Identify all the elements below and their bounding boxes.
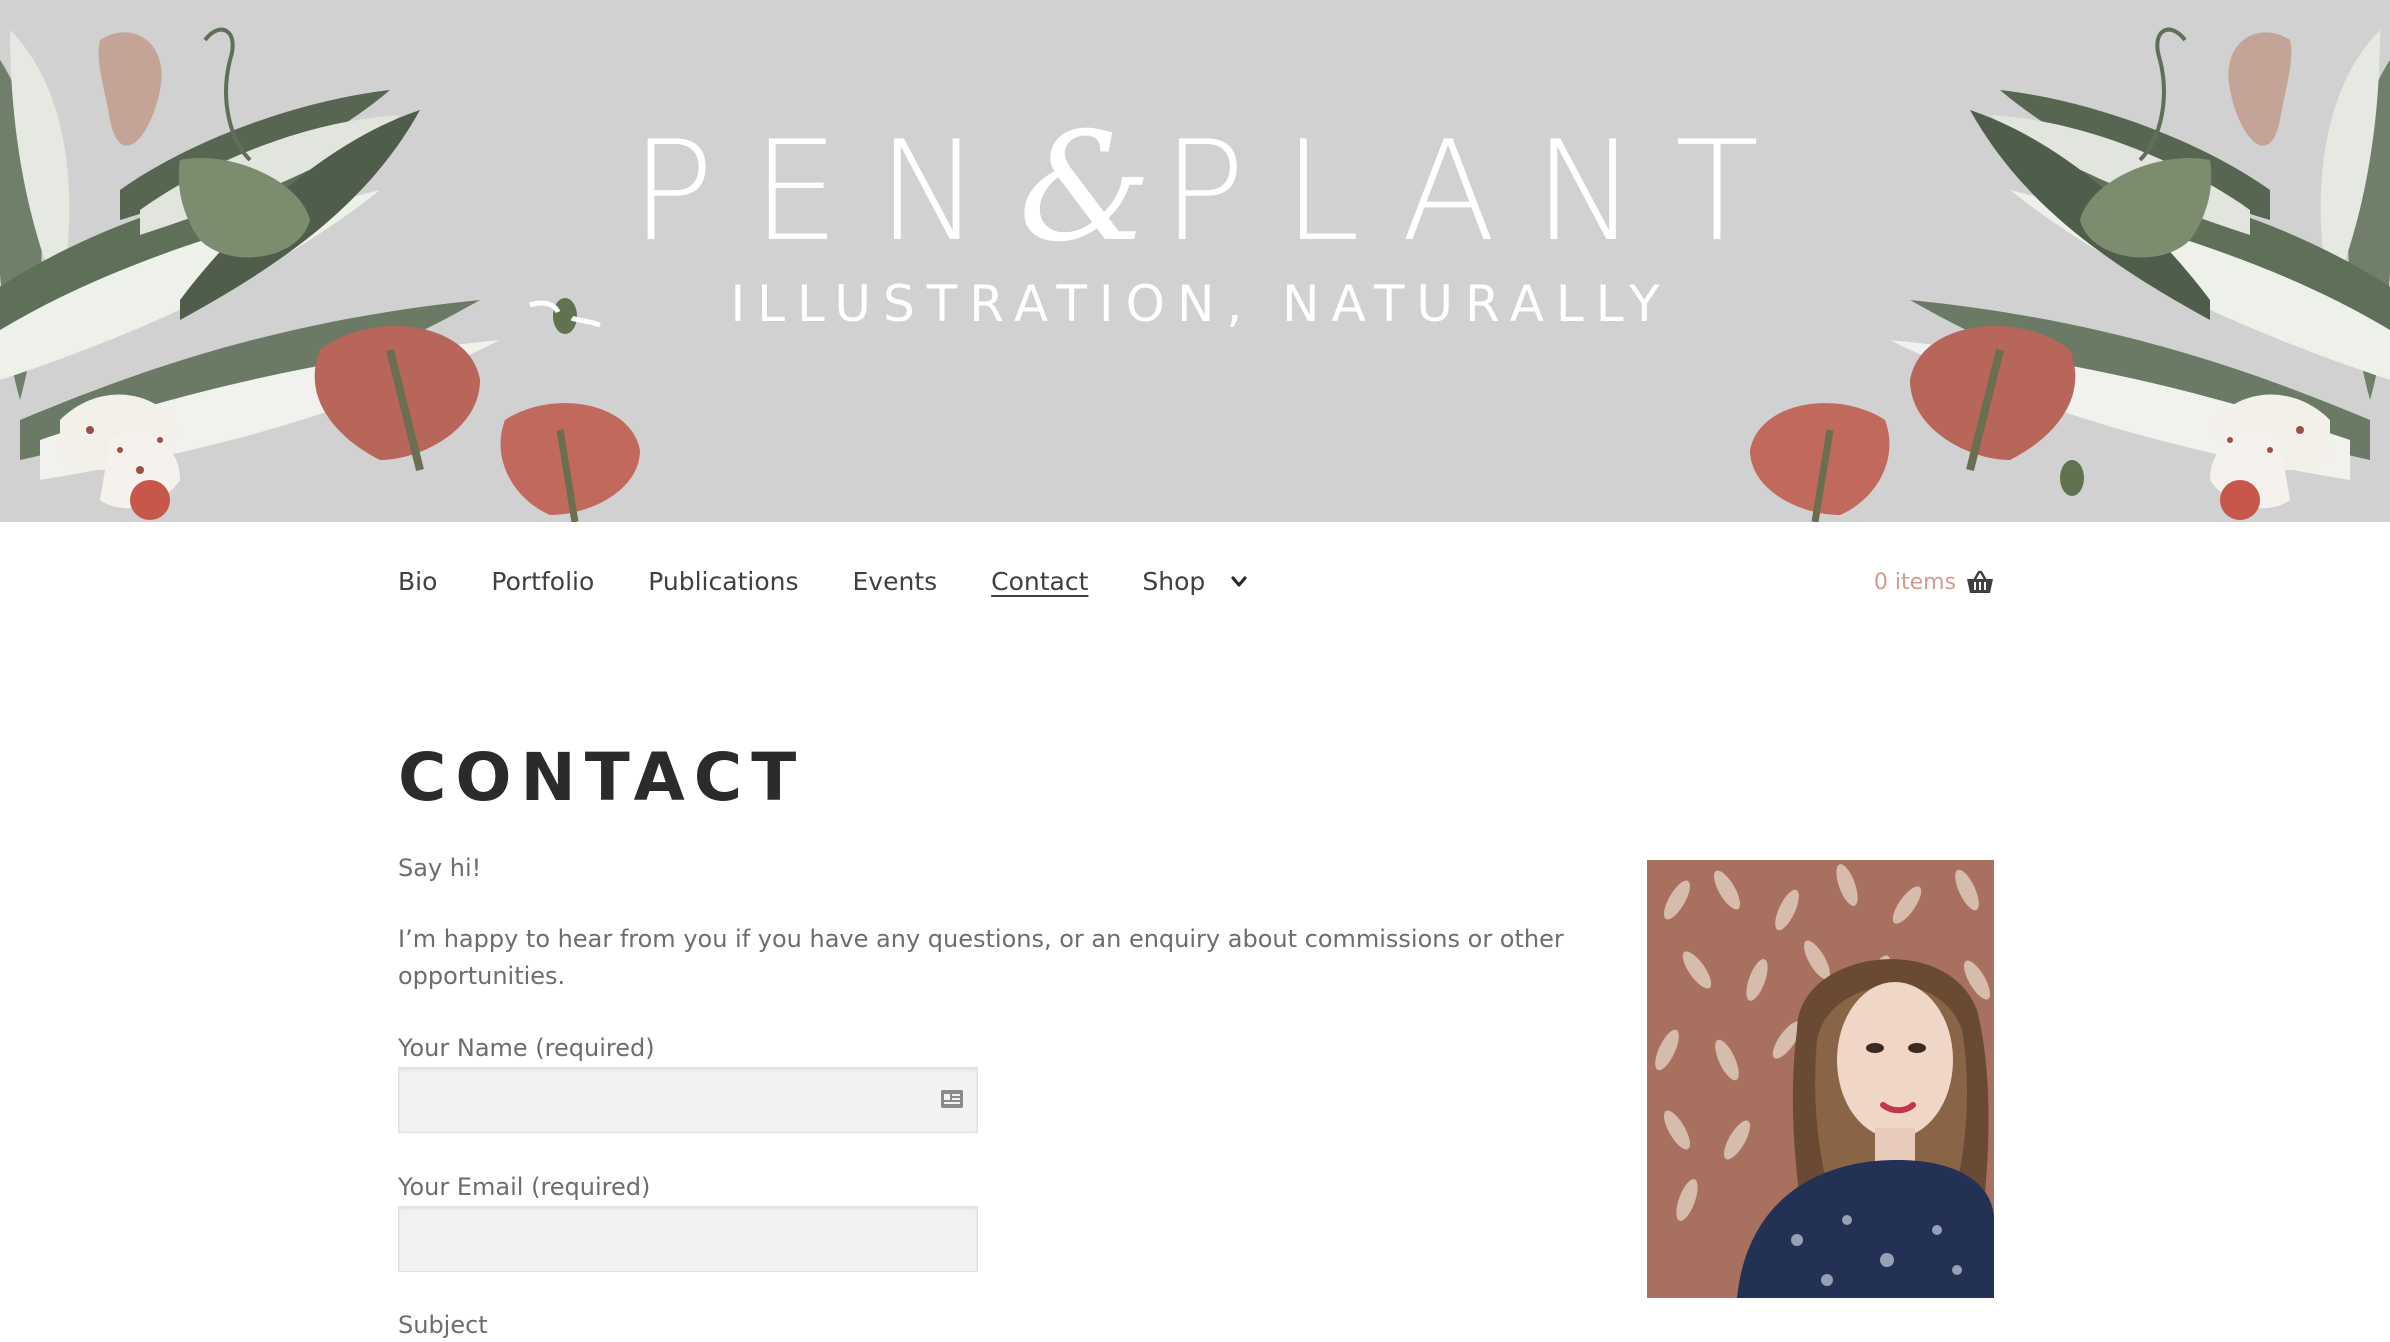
subject-field-label: Subject <box>398 1311 488 1339</box>
nav-item-bio[interactable]: Bio <box>398 560 437 604</box>
logo-ampersand: & <box>1018 101 1162 275</box>
cart-count: 0 items <box>1873 569 1956 595</box>
site-tagline: ILLUSTRATION, NATURALLY <box>730 275 1672 333</box>
artist-portrait-photo <box>1647 860 1994 1298</box>
portrait-illustration <box>1647 860 1994 1298</box>
cart-link[interactable]: 0 items <box>1874 560 1994 604</box>
nav-item-shop[interactable]: Shop <box>1142 560 1247 604</box>
nav-item-events[interactable]: Events <box>853 560 938 604</box>
body-text: I’m happy to hear from you if you have a… <box>398 925 1564 990</box>
basket-icon <box>1967 570 1993 593</box>
intro-text: Say hi! <box>398 854 482 882</box>
name-field-label: Your Name (required) <box>398 1034 655 1062</box>
site-logo-title[interactable]: PEN&PLANT <box>0 108 2390 272</box>
page-title: CONTACT <box>398 739 806 816</box>
nav-item-shop-label: Shop <box>1142 567 1206 596</box>
email-field[interactable] <box>398 1206 978 1272</box>
email-field-label: Your Email (required) <box>398 1173 651 1201</box>
logo-word-plant: PLANT <box>1161 111 1798 272</box>
nav-item-contact[interactable]: Contact <box>991 560 1088 604</box>
chevron-down-icon[interactable] <box>1231 576 1247 588</box>
primary-navigation: Bio Portfolio Publications Events Contac… <box>398 560 1247 604</box>
name-field[interactable] <box>398 1067 978 1133</box>
nav-item-publications[interactable]: Publications <box>648 560 798 604</box>
site-header-banner: PEN&PLANT ILLUSTRATION, NATURALLY <box>0 0 2390 522</box>
logo-word-pen: PEN <box>630 111 1019 272</box>
nav-item-portfolio[interactable]: Portfolio <box>491 560 594 604</box>
